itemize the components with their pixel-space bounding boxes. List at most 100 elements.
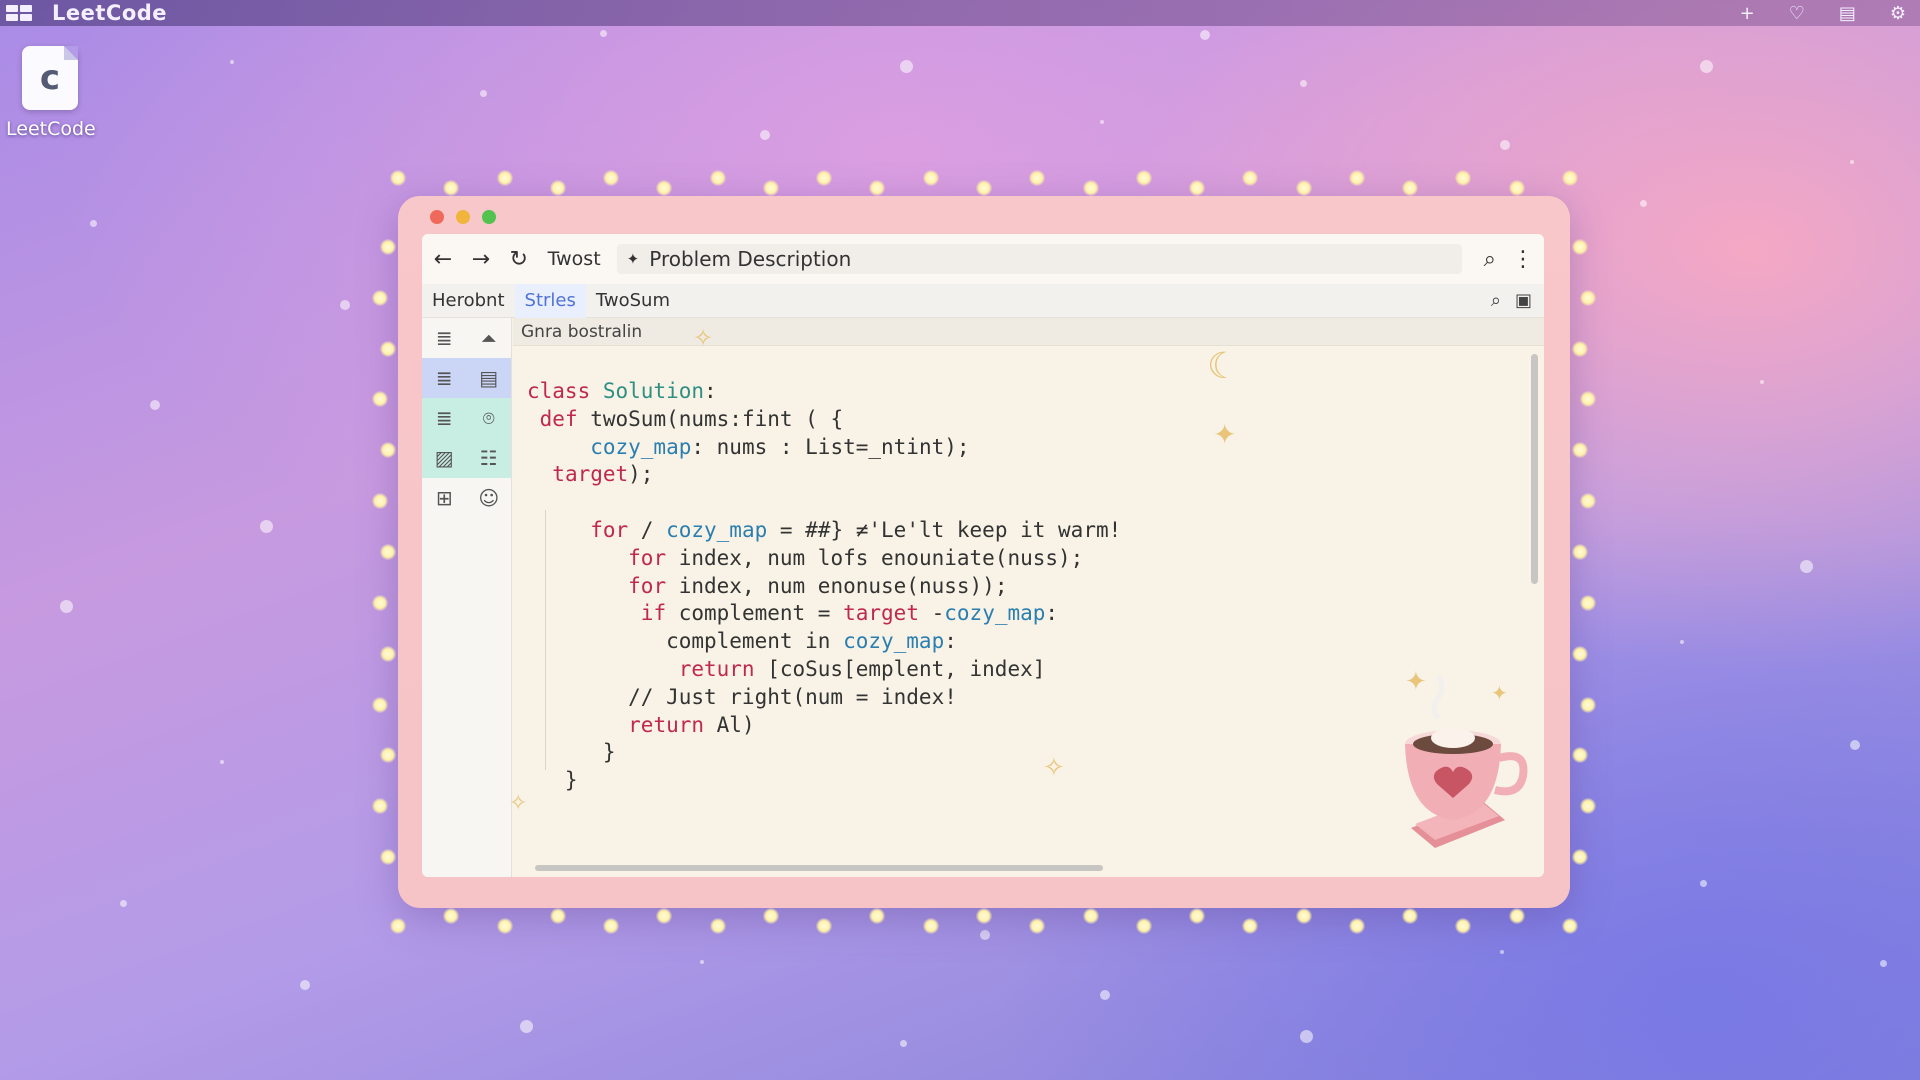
sparkle-dot: [1500, 950, 1504, 954]
reload-icon[interactable]: ↻: [508, 247, 530, 272]
sparkle-dot: [1100, 990, 1110, 1000]
light-bulb: [1580, 697, 1596, 713]
light-bulb: [380, 849, 396, 865]
sparkle-dot: [1700, 880, 1707, 887]
desktop-icon-leetcode[interactable]: c LeetCode: [6, 46, 94, 140]
sparkle-dot: [230, 60, 234, 64]
location-pin-icon[interactable]: ⌾: [477, 406, 501, 430]
light-bulb: [1455, 170, 1471, 186]
back-arrow-icon[interactable]: ←: [432, 247, 454, 272]
chat-icon[interactable]: ☷: [477, 446, 501, 470]
svg-text:✦: ✦: [1405, 667, 1427, 697]
smiley-icon[interactable]: ☺: [477, 486, 501, 510]
bell-icon[interactable]: ⏶: [477, 326, 501, 350]
sparkle-icon: ✧: [693, 324, 713, 352]
code-content[interactable]: class Solution: def twoSum(nums:fint ( {…: [527, 378, 1121, 795]
browser-toolbar: ← → ↻ Twost ✦ Problem Description ⌕ ⋮: [422, 234, 1544, 284]
code-line: }: [527, 767, 1121, 795]
sidebar-row: ≣ ▤: [422, 358, 511, 398]
sparkle-dot: [1700, 60, 1713, 73]
light-bulb: [656, 180, 672, 196]
light-bulb: [816, 170, 832, 186]
light-bulb: [1402, 908, 1418, 924]
maximize-button[interactable]: [482, 210, 496, 224]
light-bulb: [869, 908, 885, 924]
grid-icon[interactable]: ⊞: [432, 486, 456, 510]
light-bulb: [1402, 180, 1418, 196]
sparkle-dot: [760, 130, 770, 140]
light-bulb: [1580, 391, 1596, 407]
app-grid-icon[interactable]: [6, 5, 32, 21]
sparkle-icon: ✦: [1213, 418, 1236, 451]
sidebar-row: ≣ ⌾: [422, 398, 511, 438]
light-bulb: [1296, 908, 1312, 924]
light-bulb: [497, 170, 513, 186]
tab-herobnt[interactable]: Herobnt: [422, 284, 515, 318]
horizontal-scrollbar[interactable]: [535, 865, 1103, 871]
window-controls: [430, 210, 496, 224]
editor-sidebar: ≣ ⏶ ≣ ▤ ≣ ⌾ ▨ ☷ ⊞ ☺: [422, 318, 512, 877]
image-icon[interactable]: ▨: [432, 446, 456, 470]
list-icon[interactable]: ≣: [432, 366, 456, 390]
sparkle-dot: [120, 900, 127, 907]
sparkle-dot: [1800, 560, 1813, 573]
light-bulb: [1572, 646, 1588, 662]
sparkle-icon: ✧: [1043, 753, 1065, 783]
tab-twosum[interactable]: TwoSum: [586, 284, 680, 318]
search-icon[interactable]: ⌕: [1484, 247, 1496, 272]
plus-icon[interactable]: +: [1740, 3, 1755, 24]
code-editor[interactable]: Gnra bostralin class Solution: def twoSu…: [513, 318, 1544, 877]
light-bulb: [443, 908, 459, 924]
address-bar[interactable]: ✦ Problem Description: [617, 244, 1462, 274]
light-bulb: [380, 239, 396, 255]
light-bulb: [603, 170, 619, 186]
list-icon[interactable]: ≣: [432, 406, 456, 430]
window-icon[interactable]: ▤: [1839, 3, 1856, 24]
code-line: cozy_map: nums : List=_ntint);: [527, 434, 1121, 462]
light-bulb: [1136, 918, 1152, 934]
sparkle-dot: [1100, 120, 1104, 124]
light-bulb: [1083, 908, 1099, 924]
tab-title[interactable]: Twost: [548, 248, 601, 270]
light-bulb: [372, 595, 388, 611]
code-line: }: [527, 739, 1121, 767]
tab-strles[interactable]: Strles: [515, 284, 586, 318]
svg-text:✦: ✦: [1491, 681, 1508, 705]
light-bulb: [1580, 595, 1596, 611]
document-icon[interactable]: ▤: [477, 366, 501, 390]
code-line: complement in cozy_map:: [527, 628, 1121, 656]
sparkle-dot: [1680, 640, 1684, 644]
light-bulb: [1083, 180, 1099, 196]
close-button[interactable]: [430, 210, 444, 224]
sidebar-row: ≣ ⏶: [422, 318, 511, 358]
more-menu-icon[interactable]: ⋮: [1512, 247, 1534, 272]
light-bulb: [1296, 180, 1312, 196]
code-line: [527, 489, 1121, 517]
browser-content: ← → ↻ Twost ✦ Problem Description ⌕ ⋮ He…: [422, 234, 1544, 877]
light-bulb: [1242, 170, 1258, 186]
light-bulb: [1572, 849, 1588, 865]
light-bulb: [380, 544, 396, 560]
light-bulb: [380, 341, 396, 357]
forward-arrow-icon[interactable]: →: [470, 247, 492, 272]
light-bulb: [976, 180, 992, 196]
search-icon[interactable]: ⌕: [1491, 290, 1501, 311]
light-bulb: [1189, 180, 1205, 196]
code-line: for / cozy_map = ##} ≠'Le'lt keep it war…: [527, 517, 1121, 545]
code-line: // Just right(num = index!: [527, 684, 1121, 712]
list-icon[interactable]: ≣: [432, 326, 456, 350]
minimize-button[interactable]: [456, 210, 470, 224]
gear-icon[interactable]: ⚙: [1890, 3, 1906, 24]
heart-icon[interactable]: ♡: [1789, 3, 1805, 24]
vertical-scrollbar[interactable]: [1531, 354, 1538, 584]
light-bulb: [816, 918, 832, 934]
light-bulb: [1562, 918, 1578, 934]
light-bulb: [1572, 239, 1588, 255]
sparkle-dot: [700, 960, 704, 964]
top-menubar: LeetCode + ♡ ▤ ⚙: [0, 0, 1920, 26]
code-line: for index, num lofs enouniate(nuss);: [527, 545, 1121, 573]
light-bulb: [1029, 918, 1045, 934]
layout-icon[interactable]: ▣: [1515, 290, 1532, 311]
light-bulb: [380, 442, 396, 458]
light-bulb: [1509, 908, 1525, 924]
